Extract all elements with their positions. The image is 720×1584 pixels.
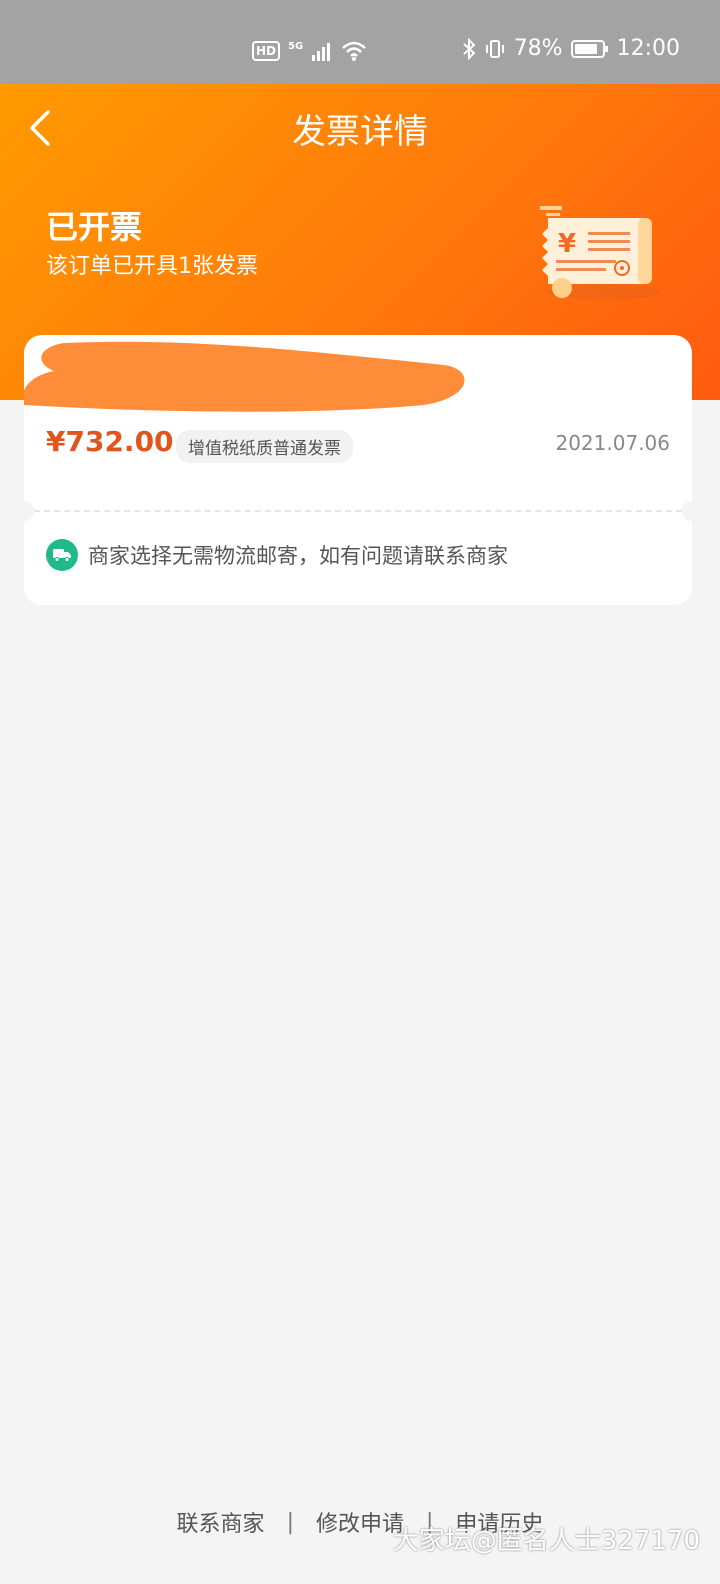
delivery-notice: 商家选择无需物流邮寄，如有问题请联系商家 — [46, 539, 508, 571]
battery-icon — [570, 39, 608, 58]
card-notch-left — [14, 501, 34, 521]
status-right: 78% 12:00 — [462, 36, 680, 61]
network-type: 5G — [288, 40, 304, 52]
invoice-status-title: 已开票 — [46, 208, 143, 246]
clock: 12:00 — [616, 36, 680, 61]
invoice-status-subtitle: 该订单已开具1张发票 — [46, 254, 258, 279]
invoice-card[interactable]: ¥732.00 增值税纸质普通发票 2021.07.06 商家选择无需物流邮寄，… — [14, 335, 702, 605]
redacted-scribble — [24, 341, 465, 412]
invoice-amount: ¥732.00 — [46, 425, 174, 458]
signal-icon — [312, 43, 331, 61]
status-left: HD 5G — [252, 40, 367, 62]
bluetooth-icon — [463, 37, 476, 60]
vibrate-icon — [485, 39, 504, 58]
delivery-notice-text: 商家选择无需物流邮寄，如有问题请联系商家 — [88, 544, 508, 568]
modify-request-link[interactable]: 修改申请 — [316, 1506, 404, 1538]
svg-text:¥: ¥ — [558, 229, 576, 259]
status-bar: HD 5G 78% 12:00 — [0, 0, 720, 84]
card-divider — [34, 510, 682, 512]
truck-icon — [46, 539, 78, 571]
invoice-illustration-icon: ¥ — [540, 206, 660, 300]
hd-icon: HD — [252, 41, 281, 61]
battery-percent: 78% — [513, 36, 563, 61]
contact-merchant-link[interactable]: 联系商家 — [177, 1506, 265, 1538]
footer-separator: | — [286, 1509, 294, 1535]
invoice-date: 2021.07.06 — [555, 431, 670, 455]
page-title: 发票详情 — [292, 112, 428, 152]
wifi-icon — [342, 41, 367, 61]
watermark: 大家坛@匿名人士327170 — [392, 1526, 700, 1556]
card-notch-right — [682, 501, 702, 521]
invoice-type-tag: 增值税纸质普通发票 — [176, 430, 353, 463]
